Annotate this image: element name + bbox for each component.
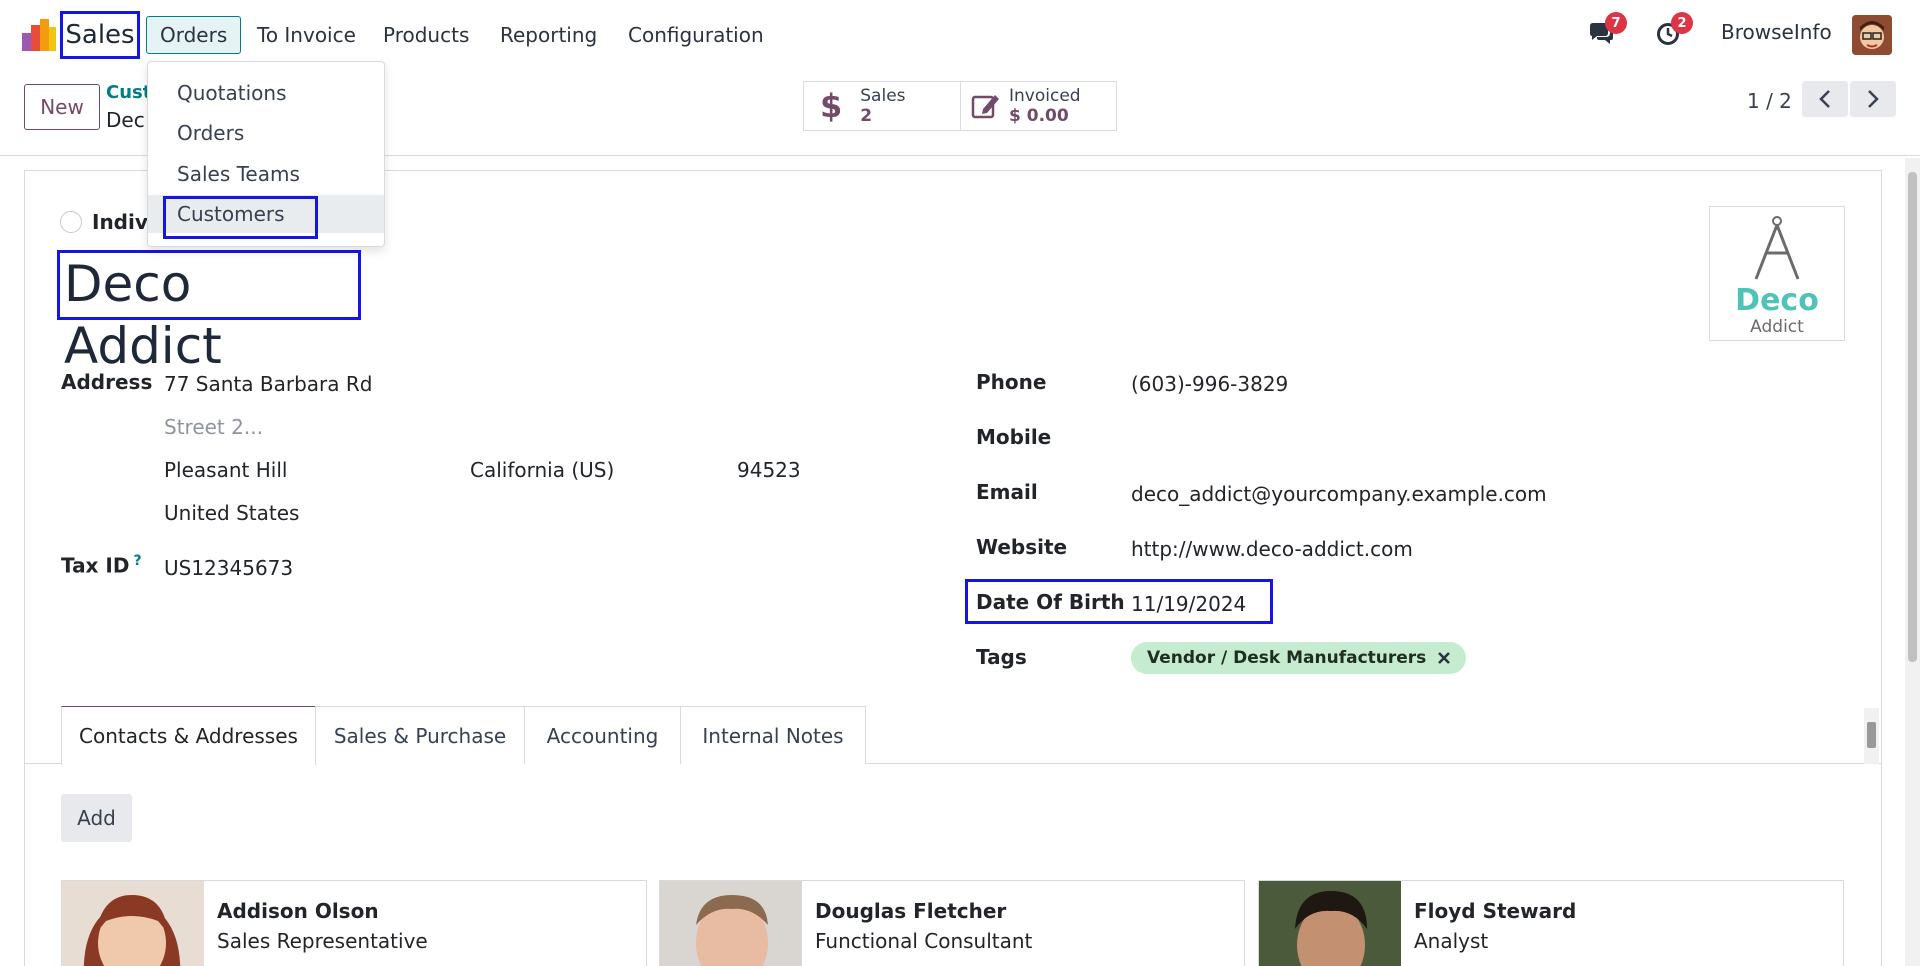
company-type-label[interactable]: Indivi bbox=[92, 210, 155, 234]
contact-name: Floyd Steward bbox=[1414, 899, 1577, 923]
menu-products[interactable]: Products bbox=[370, 16, 482, 54]
dropdown-item-sales-teams[interactable]: Sales Teams bbox=[148, 155, 384, 193]
deco-addict-logo-icon: Deco Addict bbox=[1735, 216, 1819, 337]
menu-orders[interactable]: Orders bbox=[146, 16, 242, 54]
messages-button[interactable]: 7 bbox=[1588, 12, 1627, 46]
mobile-field[interactable] bbox=[1131, 423, 1731, 453]
invoiced-stat-label: Invoiced bbox=[1009, 86, 1081, 106]
logo-text-addict: Addict bbox=[1750, 317, 1804, 337]
company-switcher[interactable]: BrowseInfo bbox=[1721, 20, 1832, 44]
contact-card[interactable]: Addison Olson Sales Representative bbox=[61, 880, 647, 966]
activities-count-badge: 2 bbox=[1671, 12, 1693, 34]
partner-logo[interactable]: Deco Addict bbox=[1709, 206, 1845, 341]
state-field[interactable]: California (US) bbox=[470, 458, 614, 482]
edit-icon bbox=[971, 95, 999, 119]
tax-id-field[interactable]: US12345673 bbox=[164, 556, 293, 580]
contact-photo bbox=[62, 881, 204, 966]
tag-text: Vendor / Desk Manufacturers bbox=[1147, 648, 1427, 668]
add-contact-button[interactable]: Add bbox=[61, 794, 132, 842]
country-field[interactable]: United States bbox=[164, 501, 299, 525]
remove-tag-icon[interactable] bbox=[1438, 652, 1451, 664]
tab-sales-purchase[interactable]: Sales & Purchase bbox=[315, 706, 525, 764]
pager-value[interactable]: 1 / 2 bbox=[1747, 89, 1792, 113]
contact-name: Addison Olson bbox=[217, 899, 379, 923]
phone-label: Phone bbox=[976, 370, 1047, 394]
menu-configuration[interactable]: Configuration bbox=[615, 16, 777, 54]
company-type-radio[interactable] bbox=[60, 211, 82, 233]
date-of-birth-field[interactable]: 11/19/2024 bbox=[1131, 592, 1246, 616]
pager-next-button[interactable] bbox=[1850, 81, 1896, 117]
new-button[interactable]: New bbox=[24, 84, 100, 130]
zip-field[interactable]: 94523 bbox=[737, 458, 801, 482]
contact-name: Douglas Fletcher bbox=[815, 899, 1007, 923]
tab-accounting[interactable]: Accounting bbox=[524, 706, 681, 764]
contact-photo bbox=[1259, 881, 1401, 966]
contact-photo bbox=[660, 881, 802, 966]
sales-smart-button[interactable]: $ Sales 2 bbox=[803, 81, 961, 131]
page-scrollbar[interactable] bbox=[1905, 158, 1920, 966]
logo-text-deco: Deco bbox=[1735, 283, 1819, 318]
activities-button[interactable]: 2 bbox=[1656, 12, 1693, 46]
tab-internal-notes[interactable]: Internal Notes bbox=[680, 706, 866, 764]
invoiced-stat-value: $ 0.00 bbox=[1009, 106, 1069, 126]
contact-role: Sales Representative bbox=[217, 929, 428, 953]
tax-id-label-text: Tax ID bbox=[61, 553, 130, 578]
website-label: Website bbox=[976, 535, 1068, 559]
tax-id-help-icon[interactable]: ? bbox=[133, 553, 141, 569]
breadcrumb-customers[interactable]: Cust bbox=[106, 82, 151, 103]
street-field[interactable]: 77 Santa Barbara Rd bbox=[164, 372, 372, 396]
tabs-scrollbar[interactable] bbox=[1864, 708, 1879, 764]
sales-app-icon[interactable] bbox=[22, 17, 58, 53]
chevron-left-icon bbox=[1819, 90, 1830, 108]
sales-stat-value: 2 bbox=[860, 106, 873, 126]
dropdown-item-orders[interactable]: Orders bbox=[148, 114, 384, 152]
website-field[interactable]: http://www.deco-addict.com bbox=[1131, 537, 1413, 561]
tag-badge: Vendor / Desk Manufacturers bbox=[1131, 642, 1467, 674]
mobile-label: Mobile bbox=[976, 425, 1052, 449]
email-field[interactable]: deco_addict@yourcompany.example.com bbox=[1131, 482, 1547, 506]
top-navbar: Sales Orders To Invoice Products Reporti… bbox=[0, 0, 1920, 68]
pager-previous-button[interactable] bbox=[1802, 81, 1848, 117]
chevron-right-icon bbox=[1868, 90, 1879, 108]
phone-field[interactable]: (603)-996-3829 bbox=[1131, 372, 1288, 396]
email-label: Email bbox=[976, 480, 1038, 504]
partner-name-field[interactable]: Deco Addict bbox=[57, 250, 361, 375]
page-scrollbar-thumb[interactable] bbox=[1908, 172, 1917, 662]
dollar-icon: $ bbox=[820, 87, 843, 125]
street2-field[interactable]: Street 2... bbox=[164, 415, 263, 439]
breadcrumb-current-record: Dec bbox=[106, 108, 145, 132]
tab-contacts-addresses[interactable]: Contacts & Addresses bbox=[61, 706, 316, 765]
customers-highlight bbox=[163, 196, 318, 239]
invoiced-smart-button[interactable]: Invoiced $ 0.00 bbox=[960, 81, 1117, 131]
contact-role: Functional Consultant bbox=[815, 929, 1033, 953]
user-avatar[interactable] bbox=[1852, 15, 1892, 55]
app-brand-sales[interactable]: Sales bbox=[60, 11, 140, 59]
contact-card[interactable]: Floyd Steward Analyst bbox=[1258, 880, 1844, 966]
address-label: Address bbox=[61, 370, 153, 394]
contact-role: Analyst bbox=[1414, 929, 1489, 953]
date-of-birth-label: Date Of Birth bbox=[976, 590, 1125, 614]
tags-label: Tags bbox=[976, 645, 1027, 669]
tax-id-label: Tax ID? bbox=[61, 553, 142, 578]
city-field[interactable]: Pleasant Hill bbox=[164, 458, 287, 482]
sales-stat-label: Sales bbox=[860, 86, 906, 106]
dropdown-item-quotations[interactable]: Quotations bbox=[148, 74, 384, 112]
messages-count-badge: 7 bbox=[1605, 12, 1627, 34]
menu-reporting[interactable]: Reporting bbox=[487, 16, 610, 54]
contact-card[interactable]: Douglas Fletcher Functional Consultant bbox=[659, 880, 1245, 966]
menu-to-invoice[interactable]: To Invoice bbox=[244, 16, 369, 54]
